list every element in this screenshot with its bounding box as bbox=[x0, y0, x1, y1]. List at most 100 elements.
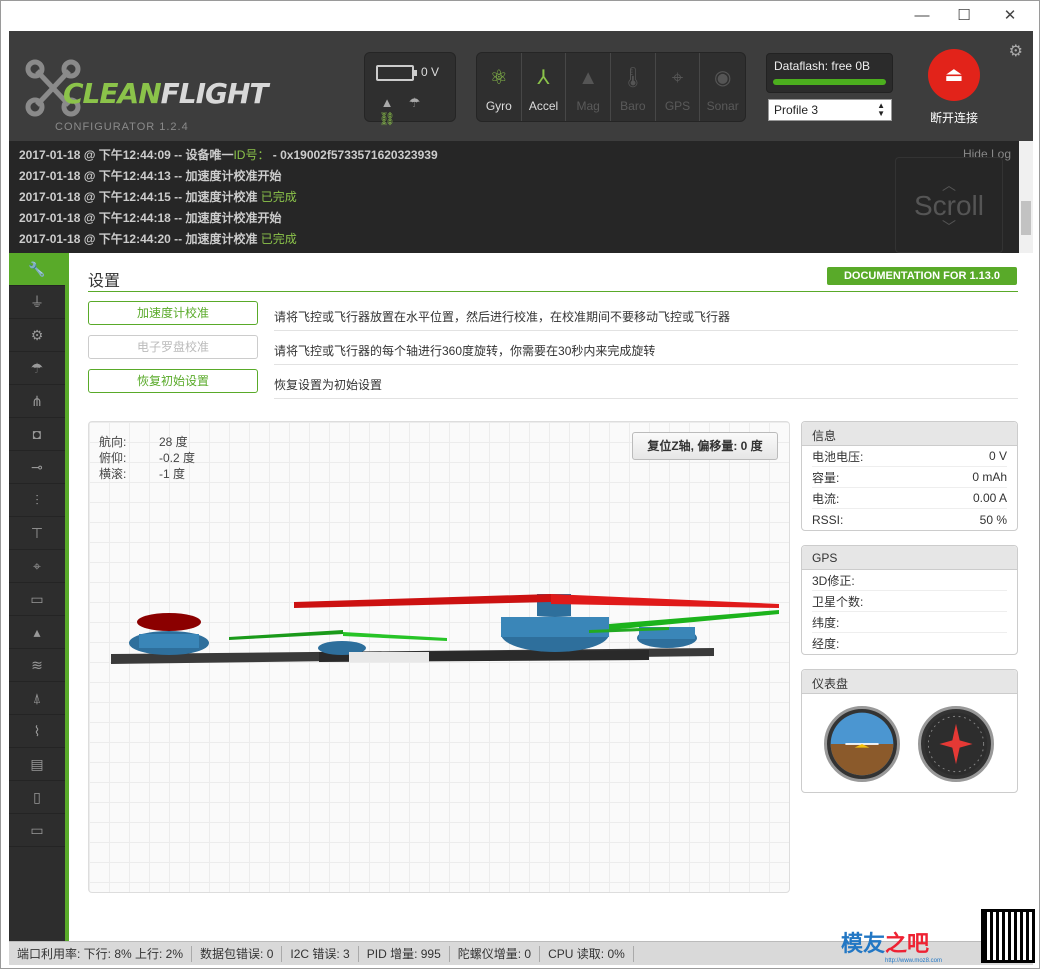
logo-wordmark: CLEANFLIGHT bbox=[63, 77, 269, 110]
info-row: 电池电压: 0 V bbox=[812, 446, 1007, 467]
sidebar-item-wrench[interactable]: 🔧 bbox=[9, 253, 65, 286]
sidebar-item-motors[interactable]: ▭ bbox=[9, 583, 65, 616]
adjustments-icon: ⫶ bbox=[35, 492, 39, 508]
gear-icon: ⚙ bbox=[30, 327, 44, 343]
info-row: RSSI: 50 % bbox=[812, 509, 1007, 530]
disconnect-button[interactable]: ⏏ 断开连接 bbox=[921, 49, 987, 129]
status-segment: I2C 错误: 3 bbox=[282, 945, 359, 962]
instruments-panel: 仪表盘 bbox=[801, 669, 1018, 793]
setup-action-row: 恢复初始设置 恢复设置为初始设置 bbox=[88, 365, 1018, 399]
status-segment: 数据包错误: 0 bbox=[192, 945, 283, 962]
sensor-gyro: ⚛ Gyro bbox=[477, 53, 522, 121]
scrollbar-thumb[interactable] bbox=[1021, 201, 1031, 235]
setup-action-row: 电子罗盘校准 请将飞控或飞行器的每个轴进行360度旋转，你需要在30秒内来完成旋转 bbox=[88, 331, 1018, 365]
log-scrollbar[interactable] bbox=[1019, 141, 1033, 253]
gps-row-label: 经度: bbox=[812, 637, 840, 651]
sidebar-item-gps[interactable]: ⌖ bbox=[9, 550, 65, 583]
sidebar-item-tethered[interactable]: ⍋ bbox=[9, 682, 65, 715]
modes-icon: ⊸ bbox=[31, 459, 43, 475]
action-description: 恢复设置为初始设置 bbox=[274, 378, 383, 392]
sidebar-item-failsafe[interactable]: ☂ bbox=[9, 352, 65, 385]
reset-settings-button[interactable]: 恢复初始设置 bbox=[88, 369, 258, 393]
maximize-button[interactable]: ☐ bbox=[949, 5, 979, 27]
sidebar-item-pid[interactable]: ⋔ bbox=[9, 385, 65, 418]
quad-3d-model bbox=[111, 594, 779, 664]
gps-row: 纬度: bbox=[812, 612, 1007, 633]
wrench-icon: 🔧 bbox=[28, 261, 46, 277]
quad-model-illustration bbox=[111, 594, 779, 664]
log-text: 2017-01-18 @ 下午12:44:13 -- 加速度计校准开始 bbox=[19, 169, 282, 183]
sensor-baro: 🌡 Baro bbox=[611, 53, 656, 121]
led-icon: ▴ bbox=[33, 624, 41, 640]
link-icon: ⛓ bbox=[378, 111, 396, 126]
logo-suffix: FLIGHT bbox=[160, 77, 269, 110]
chevron-up-icon: ︿ bbox=[942, 177, 956, 193]
info-row: 电流: 0.00 A bbox=[812, 488, 1007, 509]
log-label: ID号： bbox=[233, 148, 270, 162]
status-segment: PID 增量: 995 bbox=[359, 945, 450, 962]
usb-disconnect-icon: ⏏ bbox=[928, 49, 980, 101]
settings-gear-icon[interactable]: ⚙ bbox=[1009, 41, 1023, 61]
header: CLEANFLIGHT CONFIGURATOR 1.2.4 0 V ▲ ☂ ⛓… bbox=[9, 31, 1033, 141]
info-row-label: RSSI: bbox=[812, 512, 844, 527]
title-divider bbox=[88, 291, 1018, 292]
sidebar-item-dataflash[interactable]: ▤ bbox=[9, 748, 65, 781]
sensor-label: GPS bbox=[664, 99, 691, 113]
baro-icon: 🌡 bbox=[620, 67, 646, 89]
receiver-icon: ◘ bbox=[32, 426, 42, 442]
log-status: 已完成 bbox=[260, 232, 297, 246]
mag-icon: ▲ bbox=[578, 67, 599, 89]
documentation-button[interactable]: DOCUMENTATION FOR 1.13.0 bbox=[827, 267, 1017, 285]
sidebar-item-receiver[interactable]: ◘ bbox=[9, 418, 65, 451]
log-line: 2017-01-18 @ 下午12:44:15 -- 加速度计校准 已完成 bbox=[19, 188, 1009, 209]
scroll-label: Scroll bbox=[913, 190, 984, 221]
dataflash-label: Dataflash: free 0B bbox=[774, 59, 871, 73]
sidebar-item-modes[interactable]: ⊸ bbox=[9, 451, 65, 484]
pid-icon: ⋔ bbox=[31, 393, 43, 409]
sidebar-item-led[interactable]: ▴ bbox=[9, 616, 65, 649]
info-row-label: 电池电压: bbox=[812, 449, 864, 464]
log-text: 2017-01-18 @ 下午12:44:15 -- 加速度计校准 bbox=[19, 190, 261, 204]
accel-icon: ⅄ bbox=[537, 67, 550, 89]
title-bar: — ☐ ✕ bbox=[1, 1, 1039, 31]
gps-row: 卫星个数: bbox=[812, 591, 1007, 612]
ports-icon: ⏚ bbox=[30, 294, 44, 310]
sidebar-item-sensors[interactable]: ≋ bbox=[9, 649, 65, 682]
info-panel-title: 信息 bbox=[802, 422, 1017, 446]
log-line: 2017-01-18 @ 下午12:44:09 -- 设备唯一ID号： - 0x… bbox=[19, 146, 1009, 167]
sidebar-item-gear[interactable]: ⚙ bbox=[9, 319, 65, 352]
info-row-value: 0 V bbox=[988, 449, 1007, 463]
action-description: 请将飞控或飞行器放置在水平位置，然后进行校准，在校准期间不要移动飞控或飞行器 bbox=[274, 310, 731, 324]
sidebar-item-servos[interactable]: ⊤ bbox=[9, 517, 65, 550]
calibrate-accel-button[interactable]: 加速度计校准 bbox=[88, 301, 258, 325]
watermark-url: http://www.moz8.com bbox=[885, 958, 943, 964]
sensor-label: Mag bbox=[576, 99, 600, 113]
cli-icon: ▯ bbox=[33, 789, 41, 805]
minimize-button[interactable]: — bbox=[907, 5, 937, 27]
gps-row: 3D修正: bbox=[812, 570, 1007, 591]
gps-row-label: 纬度: bbox=[812, 615, 840, 630]
setup-content: 设置 DOCUMENTATION FOR 1.13.0 加速度计校准 请将飞控或飞… bbox=[73, 253, 1033, 941]
scroll-hint: ︿ Scroll ﹀ bbox=[895, 157, 1003, 253]
gps-panel-title: GPS bbox=[802, 546, 1017, 570]
sonar-icon: ◉ bbox=[713, 67, 732, 89]
qr-code bbox=[981, 909, 1035, 963]
sidebar-item-adjustments[interactable]: ⫶ bbox=[9, 484, 65, 517]
warning-icon: ▲ bbox=[380, 95, 394, 110]
battery-icon bbox=[376, 65, 417, 81]
dataflash-icon: ▤ bbox=[30, 756, 44, 772]
sensors-icon: ≋ bbox=[31, 657, 43, 673]
sensor-sonar: ◉ Sonar bbox=[700, 53, 745, 121]
sidebar-item-logging[interactable]: ⌇ bbox=[9, 715, 65, 748]
log-panel: 2017-01-18 @ 下午12:44:09 -- 设备唯一ID号： - 0x… bbox=[9, 141, 1019, 253]
gps-row-label: 卫星个数: bbox=[812, 594, 864, 609]
watermark-brand-a: 模友 bbox=[841, 931, 886, 956]
sidebar-item-cli[interactable]: ▯ bbox=[9, 781, 65, 814]
log-line: 2017-01-18 @ 下午12:44:18 -- 加速度计校准开始 bbox=[19, 209, 1009, 230]
close-button[interactable]: ✕ bbox=[995, 5, 1025, 27]
profile-select[interactable]: Profile 3 ▲ ▼ bbox=[768, 99, 892, 121]
instruments-panel-title: 仪表盘 bbox=[802, 670, 1017, 694]
sidebar-item-ports[interactable]: ⏚ bbox=[9, 286, 65, 319]
gps-icon: ⌖ bbox=[33, 558, 41, 574]
sidebar-item-terminal[interactable]: ▭ bbox=[9, 814, 65, 847]
